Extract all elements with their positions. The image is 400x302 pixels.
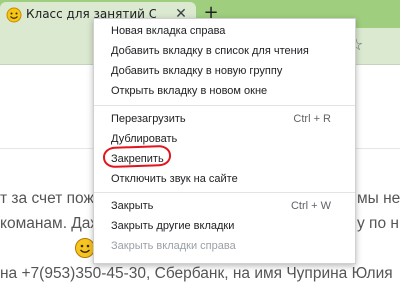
menu-item-label: Новая вкладка справа [111, 25, 226, 37]
menu-item-label: Открыть вкладку в новом окне [111, 85, 268, 97]
menu-item-shortcut: Ctrl + W [290, 200, 331, 212]
menu-item-shortcut: Ctrl + R [293, 113, 331, 125]
page-text-line2-left: команам. Даж [0, 215, 101, 232]
menu-item-label: Закрыть вкладки справа [111, 240, 236, 252]
menu-separator [94, 105, 355, 106]
menu-item-add-to-reading-list[interactable]: Добавить вкладку в список для чтения [94, 42, 355, 62]
menu-item-close-other-tabs[interactable]: Закрыть другие вкладки [94, 217, 355, 237]
menu-item-label: Добавить вкладку в список для чтения [111, 45, 309, 57]
menu-item-add-to-new-group[interactable]: Добавить вкладку в новую группу [94, 62, 355, 82]
page-text-line1-right: мы не б [357, 190, 400, 207]
menu-item-open-in-new-window[interactable]: Открыть вкладку в новом окне [94, 82, 355, 102]
menu-item-close-tabs-right: Закрыть вкладки справа [94, 237, 355, 257]
menu-item-label: Перезагрузить [111, 113, 186, 125]
menu-item-label: Дублировать [111, 133, 178, 145]
page-text-line1-left: т за счет пож [0, 190, 94, 207]
menu-separator [94, 192, 355, 193]
menu-item-reload[interactable]: Перезагрузить Ctrl + R [94, 110, 355, 130]
red-highlight-circle [102, 144, 172, 169]
page-text-line3: на +7(953)350-45-30, Сбербанк, на имя Чу… [0, 265, 393, 282]
menu-item-label: Закрыть [111, 200, 154, 212]
menu-item-label: Отключить звук на сайте [111, 173, 238, 185]
menu-item-new-tab-right[interactable]: Новая вкладка справа [94, 22, 355, 42]
menu-item-label: Добавить вкладку в новую группу [111, 65, 283, 77]
menu-item-label: Закрыть другие вкладки [111, 220, 235, 232]
menu-item-mute-site[interactable]: Отключить звук на сайте [94, 170, 355, 190]
page-text-line2-right: у по н [357, 215, 399, 232]
smiley-favicon-icon [6, 7, 22, 23]
menu-item-close[interactable]: Закрыть Ctrl + W [94, 197, 355, 217]
tab-context-menu: Новая вкладка справа Добавить вкладку в … [93, 18, 356, 264]
